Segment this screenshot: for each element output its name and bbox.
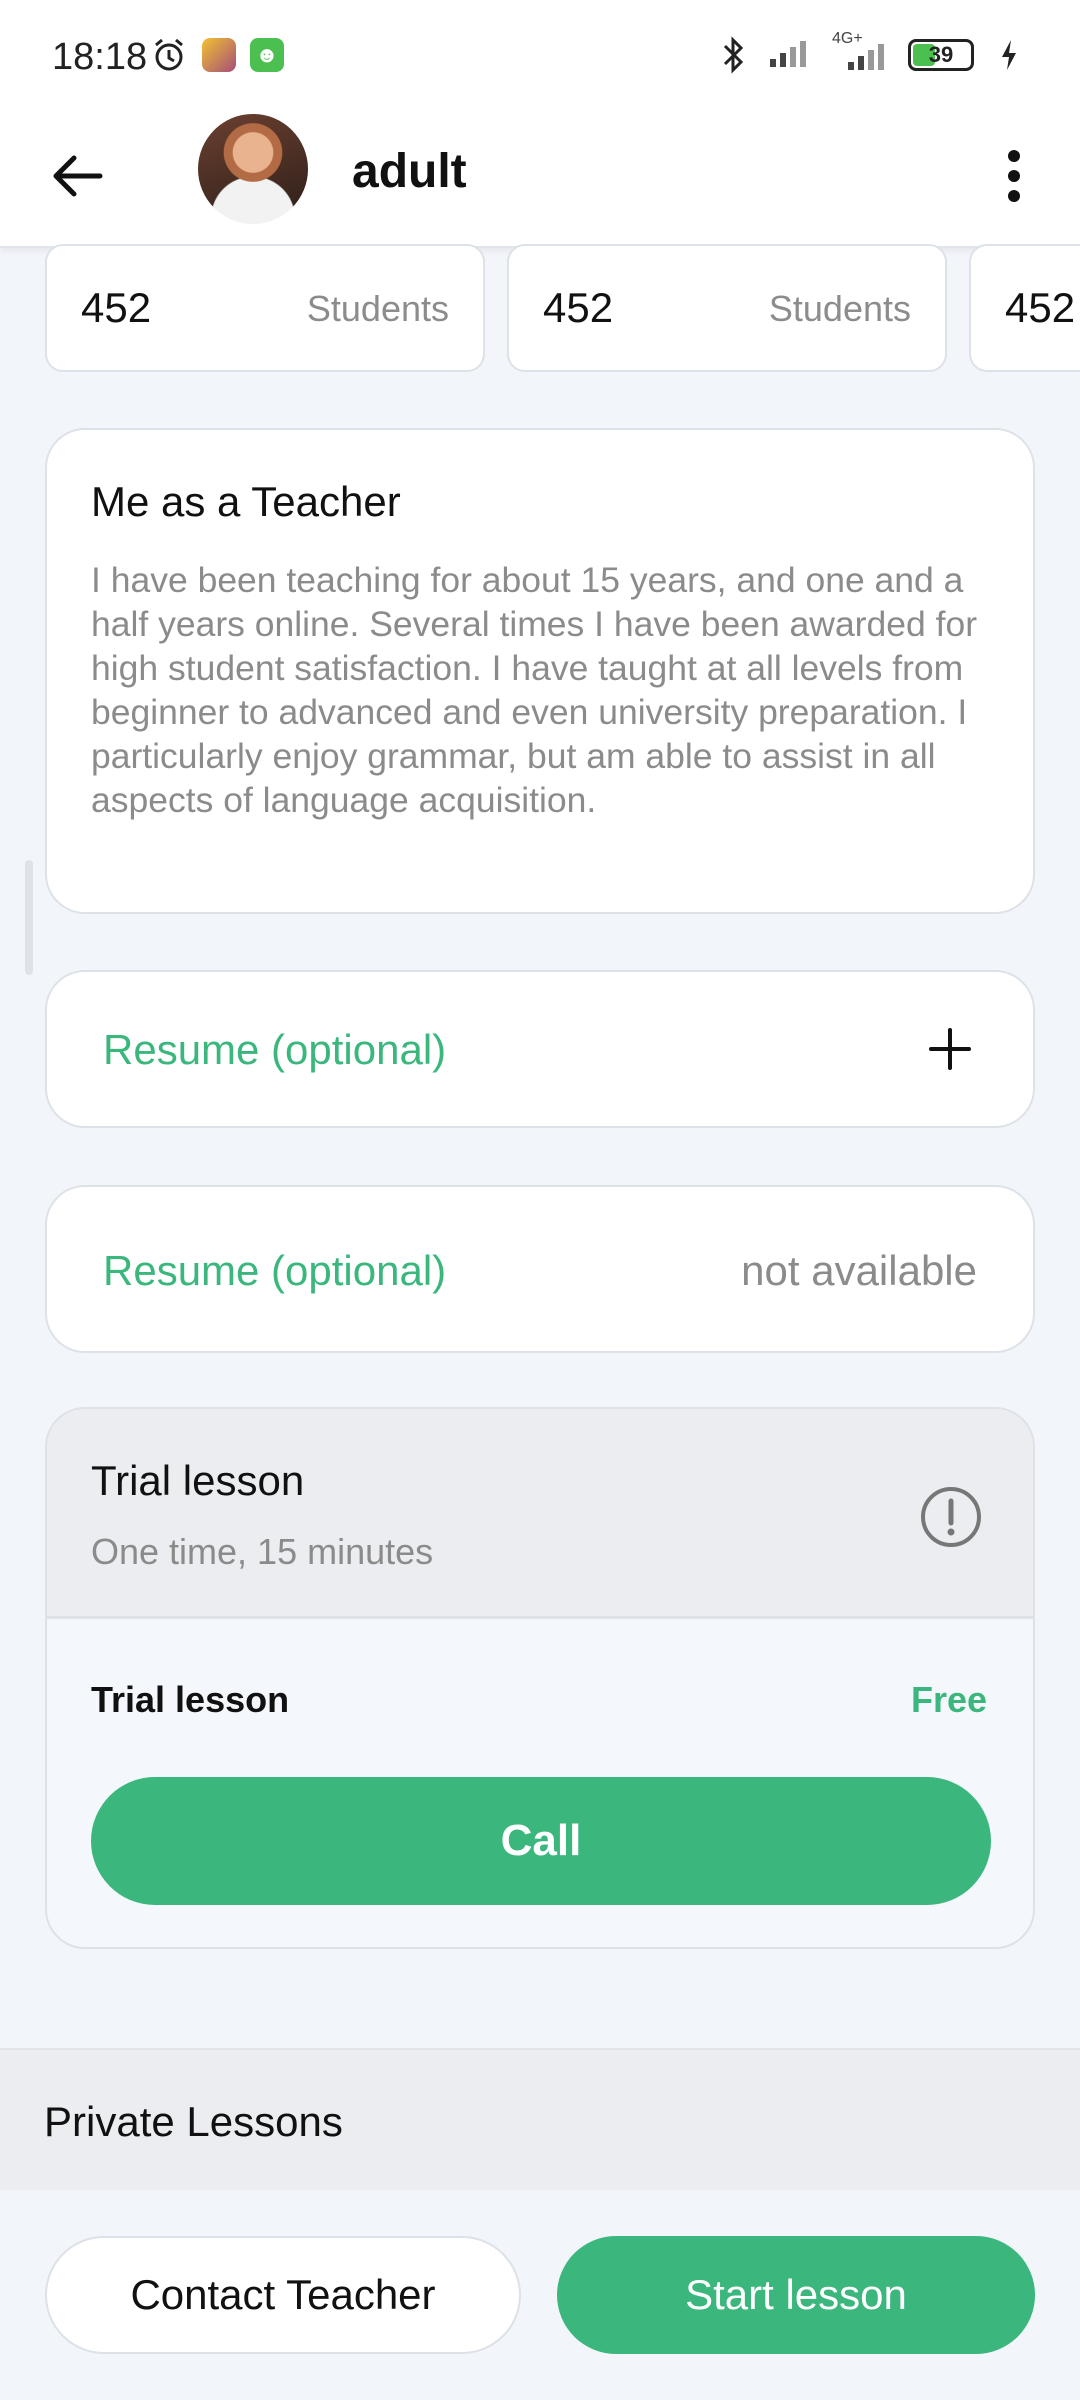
add-resume-button[interactable] — [925, 1024, 975, 1074]
scrollbar — [25, 860, 33, 975]
more-options-button[interactable] — [990, 144, 1038, 208]
stat-card: 452 Students — [45, 244, 485, 372]
back-button[interactable] — [46, 144, 110, 208]
about-title: Me as a Teacher — [91, 478, 401, 525]
trial-price: Free — [910, 1679, 987, 1720]
stat-card: 452 — [969, 244, 1080, 372]
bluetooth-icon — [714, 36, 752, 74]
about-card: Me as a Teacher I have been teaching for… — [45, 428, 1035, 914]
stat-value: 452 — [1005, 284, 1076, 331]
teacher-name: adult — [352, 145, 467, 198]
resume-status: not available — [741, 1247, 977, 1294]
game-app-icon — [202, 38, 236, 72]
call-button[interactable]: Call — [91, 1777, 991, 1905]
more-vertical-icon — [1008, 150, 1020, 202]
stat-label: Students — [306, 288, 449, 329]
resume-label: Resume (optional) — [103, 1247, 447, 1294]
trial-lesson-card: Trial lesson One time, 15 minutes Trial … — [45, 1407, 1035, 1949]
trial-lesson-header: Trial lesson One time, 15 minutes — [47, 1409, 1033, 1619]
stat-card: 452 Students — [507, 244, 947, 372]
status-bar: 18:18 ☻ 4G+ 39 — [0, 0, 1080, 108]
alarm-icon — [150, 36, 188, 74]
resume-status-row: Resume (optional) not available — [45, 1185, 1035, 1353]
trial-subtitle: One time, 15 minutes — [91, 1531, 434, 1572]
avatar[interactable] — [198, 114, 308, 224]
trial-title: Trial lesson — [91, 1457, 305, 1504]
plus-icon — [929, 1028, 971, 1070]
private-lessons-title: Private Lessons — [44, 2098, 343, 2145]
status-left-icons: ☻ — [150, 36, 284, 74]
contact-teacher-button[interactable]: Contact Teacher — [45, 2236, 521, 2354]
status-time: 18:18 — [52, 36, 148, 78]
start-lesson-button[interactable]: Start lesson — [557, 2236, 1035, 2354]
about-text: I have been teaching for about 15 years,… — [91, 560, 978, 820]
stat-value: 452 — [543, 284, 614, 331]
android-app-icon: ☻ — [250, 38, 284, 72]
charging-icon — [990, 36, 1028, 74]
battery-icon: 39 — [908, 39, 974, 71]
resume-label: Resume (optional) — [103, 1026, 447, 1073]
stat-value: 452 — [81, 284, 152, 331]
resume-upload-row[interactable]: Resume (optional) — [45, 970, 1035, 1128]
stat-label: Students — [768, 288, 911, 329]
trial-row-label: Trial lesson — [91, 1679, 290, 1720]
signal-4g-icon: 4G+ — [832, 30, 892, 74]
arrow-left-icon — [53, 155, 103, 197]
private-lessons-section: Private Lessons — [0, 2048, 1080, 2190]
info-icon[interactable] — [919, 1485, 983, 1549]
top-app-bar: adult — [0, 108, 1080, 248]
status-right: 4G+ 39 — [714, 30, 1028, 74]
signal-icon — [768, 37, 816, 74]
